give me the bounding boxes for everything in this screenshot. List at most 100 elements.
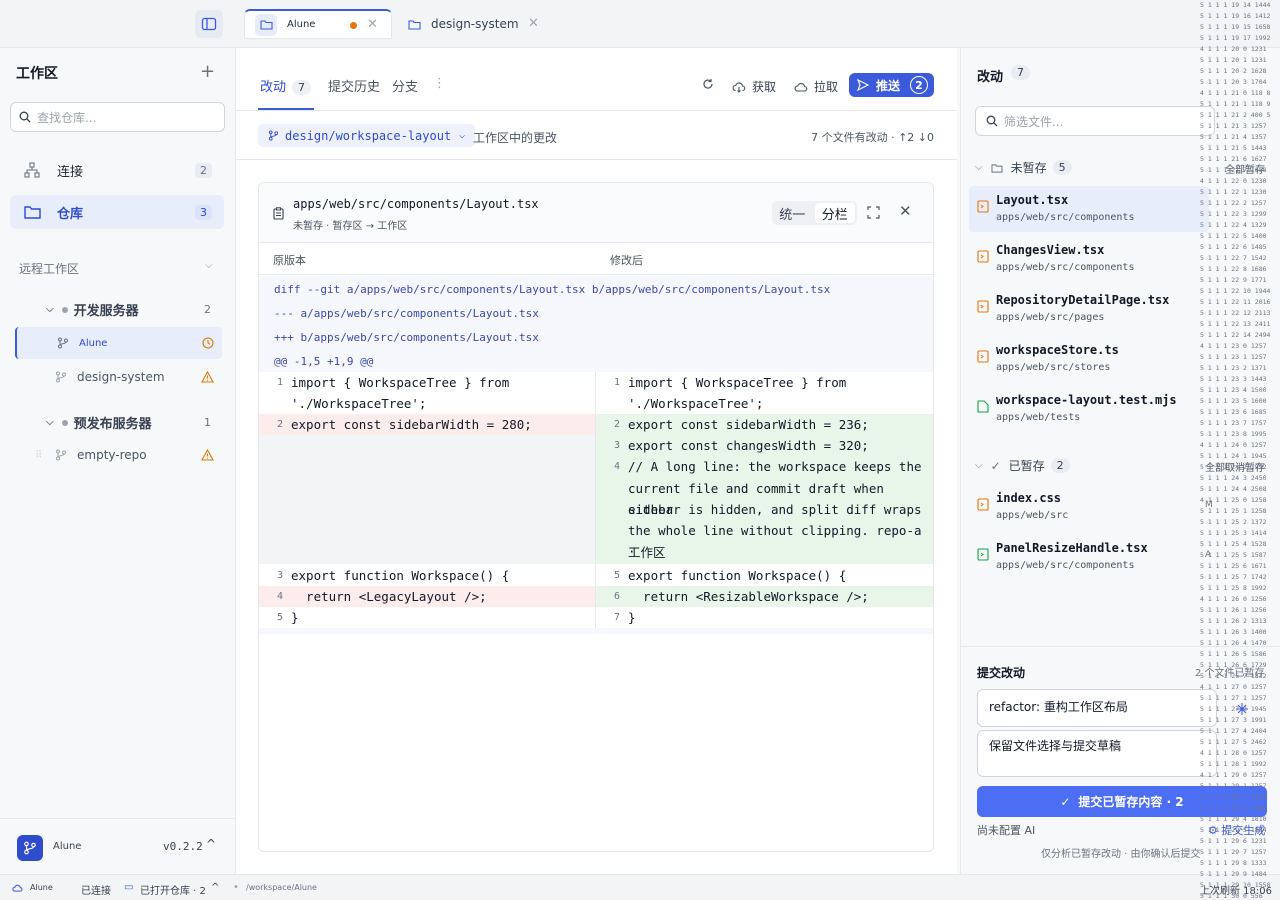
debug-row: 5 1 1 1 23 7 1757: [1200, 419, 1267, 427]
cloud-icon: [12, 884, 23, 892]
user-footer[interactable]: Alune v0.2.2 ^: [0, 818, 236, 874]
working-copy-label: 工作区中的更改: [473, 131, 558, 145]
diff-end: [259, 628, 933, 634]
debug-row: 5 1 1 1 20 2 1628: [1200, 67, 1267, 75]
debug-row: 5 1 1 1 29 6 1231: [1200, 837, 1267, 845]
git-branch-icon: [58, 337, 68, 349]
status-repos-open[interactable]: 已打开仓库 · 2: [140, 882, 206, 897]
debug-row: 5 1 1 1 25 8 1992: [1200, 584, 1267, 592]
ai-not-configured-label: 尚未配置 AI: [977, 824, 1036, 837]
close-tab-icon[interactable]: ✕: [367, 17, 378, 32]
staged-group-header[interactable]: ⌵ ✓ 已暂存 2: [975, 457, 1070, 474]
file-path: apps/web/src/components: [996, 560, 1135, 571]
changed-file-item[interactable]: ChangesView.tsx apps/web/src/components: [969, 236, 1209, 282]
chevron-down-icon: ⌵: [975, 460, 983, 471]
debug-row: 5 1 1 1 19 14 1444: [1200, 1, 1271, 9]
chevron-up-icon[interactable]: ^: [211, 882, 219, 893]
debug-row: 5 1 1 1 22 14 2494: [1200, 331, 1271, 339]
changed-file-item[interactable]: index.css apps/web/src M: [969, 484, 1213, 530]
old-version-label: 原版本: [273, 254, 306, 267]
git-branch-icon: [56, 449, 66, 461]
unified-mode-button[interactable]: 统一: [772, 201, 813, 225]
server-dev[interactable]: ⌵ 开发服务器 2: [46, 300, 211, 319]
commit-summary-input[interactable]: refactor: 重构工作区布局: [977, 689, 1217, 727]
close-diff-icon[interactable]: ✕: [899, 202, 912, 220]
add-workspace-button[interactable]: +: [200, 61, 215, 82]
window-tab-alune[interactable]: Alune ✕: [244, 9, 392, 39]
status-connected: 已连接: [81, 886, 111, 897]
network-icon: [24, 162, 40, 178]
nav-label: 连接: [57, 164, 84, 180]
debug-row: 5 1 1 1 21 3 1257: [1200, 122, 1267, 130]
staged-label: 已暂存: [1008, 459, 1045, 473]
sidebar-toggle-button[interactable]: [195, 10, 223, 38]
close-tab-icon[interactable]: ✕: [528, 16, 539, 31]
debug-row: 5 1 1 1 26 4 1470: [1200, 639, 1267, 647]
debug-row: 4 1 1 1 21 0 118 8: [1200, 89, 1271, 97]
warning-icon: [201, 371, 214, 383]
code-line: import { WorkspaceTree } from: [628, 375, 847, 390]
split-mode-button[interactable]: 分栏: [814, 203, 855, 223]
drag-handle-icon[interactable]: ⠿: [35, 450, 42, 461]
repo-search-placeholder: 查找仓库...: [37, 110, 97, 125]
debug-row: 4 1 1 1 26 0 1256: [1200, 595, 1267, 603]
debug-row: 5 1 1 1 23 4 1500: [1200, 386, 1267, 394]
debug-row: 4 1 1 1 28 0 1257: [1200, 749, 1267, 757]
fetch-button[interactable]: 获取: [732, 78, 776, 95]
debug-row: 5 1 1 1 24 4 2508: [1200, 485, 1267, 493]
repo-item-design-system[interactable]: design-system: [15, 361, 222, 393]
repo-item-empty-repo[interactable]: ⠿ empty-repo: [15, 439, 222, 471]
tab-history[interactable]: 提交历史: [328, 76, 380, 95]
debug-row: 5 1 1 1 29 4 1810: [1200, 815, 1267, 823]
debug-row: 4 1 1 1 25 0 1258: [1200, 496, 1267, 504]
more-icon[interactable]: ⋮: [433, 76, 446, 91]
push-button[interactable]: 推送 2: [849, 73, 934, 97]
tab-changes[interactable]: 改动 7: [260, 76, 312, 95]
debug-row: 5 1 1 1 25 3 1414: [1200, 529, 1267, 537]
unstaged-group-header[interactable]: ⌵ 未暂存 5: [975, 159, 1072, 176]
tab-branches[interactable]: 分支: [392, 76, 418, 95]
line-number: 6: [613, 591, 620, 602]
nav-item-repositories[interactable]: 仓库 3: [10, 195, 224, 229]
debug-row: 5 1 1 1 19 15 1658: [1200, 23, 1271, 31]
branch-selector[interactable]: design/workspace-layout ⌵: [258, 124, 476, 147]
window-tab-design-system[interactable]: design-system ✕: [408, 9, 548, 39]
changed-file-item[interactable]: workspace-layout.test.mjs apps/web/tests: [969, 386, 1209, 432]
commit-body-textarea[interactable]: 保留文件选择与提交草稿: [977, 730, 1217, 777]
debug-row: 5 1 1 1 21 4 1357: [1200, 133, 1267, 141]
pull-button[interactable]: 拉取: [794, 78, 838, 95]
debug-row: 5 1 1 1 23 1 1257: [1200, 353, 1267, 361]
tab-count: 7: [292, 80, 312, 95]
separator-dot: •: [233, 882, 239, 893]
changed-file-item[interactable]: workspaceStore.ts apps/web/src/stores: [969, 336, 1209, 382]
changed-file-item[interactable]: RepositoryDetailPage.tsx apps/web/src/pa…: [969, 286, 1209, 332]
chevron-down-icon[interactable]: ⌵: [205, 260, 213, 271]
debug-row: 5 1 1 1 27 5 2462: [1200, 738, 1267, 746]
file-name: RepositoryDetailPage.tsx: [996, 293, 1170, 307]
nav-item-connections[interactable]: 连接 2: [10, 153, 224, 187]
changed-file-item[interactable]: Layout.tsx apps/web/src/components: [969, 186, 1209, 232]
debug-readout-column: 5 1 1 1 19 14 1444 5 1 1 1 19 16 1412 5 1 …: [1200, 0, 1280, 900]
file-filter-input[interactable]: 筛选文件...: [975, 106, 1215, 136]
repo-item-alune[interactable]: Alune: [15, 327, 222, 359]
debug-row: 5 1 1 1 23 5 1600: [1200, 397, 1267, 405]
changed-file-item[interactable]: PanelResizeHandle.tsx apps/web/src/compo…: [969, 534, 1211, 580]
expand-icon[interactable]: [867, 206, 880, 219]
server-staging[interactable]: ⌵ 预发布服务器 1: [46, 413, 211, 432]
file-name: workspace-layout.test.mjs: [996, 393, 1177, 407]
app-version: v0.2.2: [163, 840, 203, 853]
pull-label: 拉取: [814, 80, 839, 94]
file-name: workspaceStore.ts: [996, 343, 1119, 357]
chevron-up-icon[interactable]: ^: [206, 837, 216, 851]
title-bar: Alune ✕ design-system ✕: [0, 0, 1280, 48]
git-branch-icon: [24, 841, 36, 855]
send-icon: [857, 79, 869, 91]
code-line: // A long line: the workspace keeps the: [628, 459, 922, 474]
new-version-label: 修改后: [610, 254, 643, 267]
changes-count: 7: [1011, 65, 1030, 80]
refresh-button[interactable]: [702, 78, 720, 90]
active-tab-indicator: [258, 108, 314, 110]
debug-row: 5 1 1 1 22 6 1485: [1200, 243, 1267, 251]
diff-file-state: 未暂存 · 暂存区 → 工作区: [293, 221, 408, 232]
repo-search-input[interactable]: 查找仓库...: [10, 102, 225, 132]
